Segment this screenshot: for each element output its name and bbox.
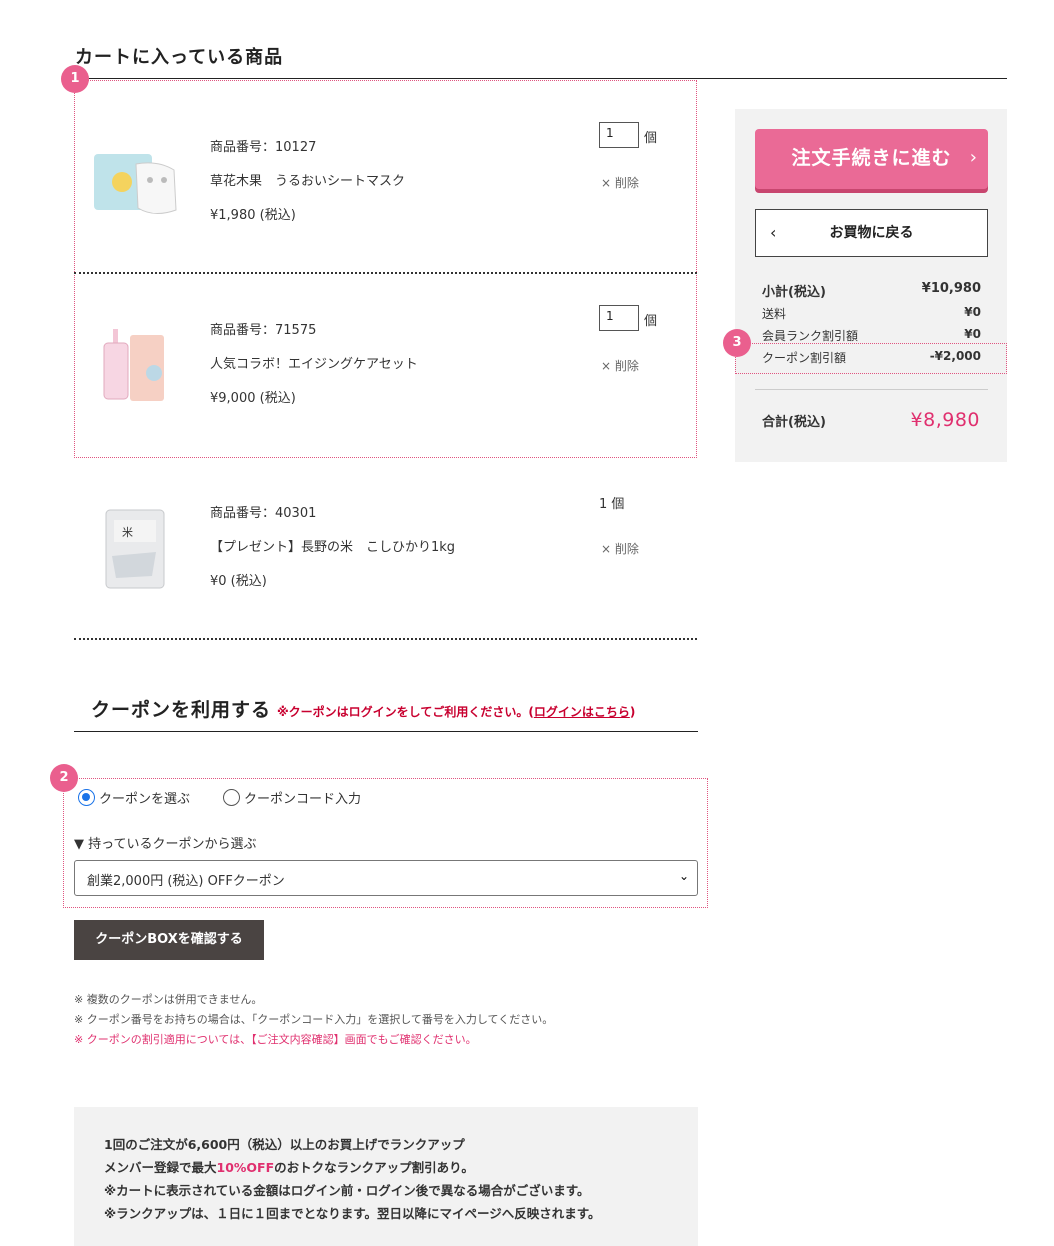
coupon-heading: クーポンを利用する ※クーポンはログインをしてご利用ください。(ログインはこちら…: [91, 695, 635, 722]
info-line-2: メンバー登録で最大10%OFFのおトクなランクアップ割引あり。: [104, 1156, 668, 1179]
total-label: 合計(税込): [762, 415, 826, 430]
coupon-note-prefix: ※クーポンはログインをしてご利用ください。(: [277, 705, 534, 719]
subtotal-value: ¥10,980: [921, 281, 981, 296]
marker-2: 2: [50, 764, 78, 792]
cart-item: 商品番号：71575 人気コラボ！エイジングケアセット ¥9,000 (税込) …: [74, 274, 697, 457]
quantity-text: 1 個: [599, 497, 625, 512]
info-line-1: 1回のご注文が6,600円（税込）以上のお買上げでランクアップ: [104, 1137, 465, 1152]
coupon-title: クーポンを利用する: [91, 699, 272, 721]
cart-item: 米 商品番号：40301 【プレゼント】長野の米 こしひかり1kg ¥0 (税込…: [74, 457, 697, 640]
rank-up-info-box: 1回のご注文が6,600円（税込）以上のお買上げでランクアップ メンバー登録で最…: [74, 1107, 698, 1246]
chevron-down-icon: ⌄: [678, 869, 689, 883]
order-summary-panel: 注文手続きに進む › ‹ お買物に戻る 小計(税込) ¥10,980 送料 ¥0…: [735, 109, 1007, 462]
quantity-unit: 個: [644, 131, 658, 146]
chevron-left-icon: ‹: [770, 223, 777, 242]
item-price: ¥0 (税込): [210, 574, 267, 589]
login-link[interactable]: ログインはこちら: [534, 705, 630, 719]
info-line-2-prefix: メンバー登録で最大: [104, 1160, 217, 1175]
item-price: ¥1,980 (税込): [210, 208, 296, 223]
delete-button[interactable]: × 削除: [601, 357, 639, 374]
item-separator: [74, 638, 697, 640]
coupon-note-suffix: ): [629, 705, 636, 719]
info-line-2-highlight: 10%OFF: [216, 1160, 275, 1175]
item-price: ¥9,000 (税込): [210, 391, 296, 406]
shipping-label: 送料: [762, 307, 787, 321]
coupon-note-2: ※ クーポン番号をお持ちの場合は、「クーポンコード入力」を選択して番号を入力して…: [74, 1013, 554, 1026]
delete-button[interactable]: × 削除: [601, 174, 639, 191]
coupon-select-value: 創業2,000円 (税込) OFFクーポン: [87, 874, 285, 889]
item-name: 草花木果 うるおいシートマスク: [210, 174, 406, 189]
marker-3: 3: [723, 329, 751, 357]
coupon-select[interactable]: 創業2,000円 (税込) OFFクーポン ⌄: [74, 860, 698, 896]
subtotal-label: 小計(税込): [762, 285, 826, 300]
coupon-title-rule: [74, 731, 698, 732]
quantity-input[interactable]: 1: [599, 122, 639, 148]
quantity-unit: 個: [644, 314, 658, 329]
continue-shopping-button[interactable]: ‹ お買物に戻る: [755, 209, 988, 257]
item-name: 【プレゼント】長野の米 こしひかり1kg: [210, 540, 456, 555]
radio-button-selected[interactable]: [78, 789, 95, 806]
subtotal-row: 小計(税込) ¥10,980: [762, 281, 981, 300]
sheet-mask-product-image: [94, 153, 177, 214]
cart-item: 商品番号：10127 草花木果 うるおいシートマスク ¥1,980 (税込) 1…: [74, 91, 697, 274]
highlight-box-coupon-discount: [735, 343, 1007, 374]
cart-title: カートに入っている商品: [75, 47, 284, 68]
radio-choose-coupon-label: クーポンを選ぶ: [99, 792, 191, 807]
radio-button[interactable]: [223, 789, 240, 806]
info-line-4: ※ランクアップは、１日に１回までとなります。翌日以降にマイページへ反映されます。: [104, 1206, 601, 1221]
radio-coupon-code[interactable]: クーポンコード入力: [223, 788, 361, 807]
shipping-value: ¥0: [964, 305, 981, 319]
item-name: 人気コラボ！エイジングケアセット: [210, 357, 418, 372]
quantity-input[interactable]: 1: [599, 305, 639, 331]
proceed-to-checkout-label: 注文手続きに進む: [791, 147, 952, 169]
summary-divider: [755, 389, 988, 390]
rice-bag-image: 米: [105, 509, 165, 588]
item-code: 商品番号：40301: [210, 506, 317, 521]
item-code: 商品番号：10127: [210, 140, 317, 155]
info-line-3: ※カートに表示されている金額はログイン前・ログイン後で異なる場合がございます。: [104, 1183, 590, 1198]
radio-choose-coupon[interactable]: クーポンを選ぶ: [78, 788, 190, 807]
shipping-row: 送料 ¥0: [762, 305, 981, 322]
coupon-note-3: ※ クーポンの割引適用については、【ご注文内容確認】画面でもご確認ください。: [74, 1033, 477, 1046]
owned-coupons-label: ▼ 持っているクーポンから選ぶ: [74, 837, 257, 852]
rank-discount-row: 会員ランク割引額 ¥0: [762, 327, 981, 344]
cart-title-rule: [74, 78, 1007, 79]
coupon-note-1: ※ 複数のクーポンは併用できません。: [74, 993, 263, 1006]
svg-text:米: 米: [122, 526, 133, 539]
total-value: ¥8,980: [910, 409, 980, 431]
radio-coupon-code-label: クーポンコード入力: [244, 792, 362, 807]
coupon-notes: ※ 複数のクーポンは併用できません。 ※ クーポン番号をお持ちの場合は、「クーポ…: [74, 990, 553, 1050]
info-line-2-suffix: のおトクなランクアップ割引あり。: [274, 1160, 474, 1175]
aging-care-set-image: [103, 328, 164, 401]
rank-discount-value: ¥0: [964, 327, 981, 341]
chevron-right-icon: ›: [969, 147, 978, 168]
delete-button[interactable]: × 削除: [601, 540, 639, 557]
proceed-to-checkout-button[interactable]: 注文手続きに進む ›: [755, 129, 988, 189]
coupon-box-button[interactable]: クーポンBOXを確認する: [74, 920, 264, 960]
rank-discount-label: 会員ランク割引額: [762, 329, 859, 343]
item-code: 商品番号：71575: [210, 323, 317, 338]
continue-shopping-label: お買物に戻る: [829, 225, 914, 241]
coupon-login-note: ※クーポンはログインをしてご利用ください。(ログインはこちら): [277, 703, 635, 720]
marker-1: 1: [61, 65, 89, 93]
